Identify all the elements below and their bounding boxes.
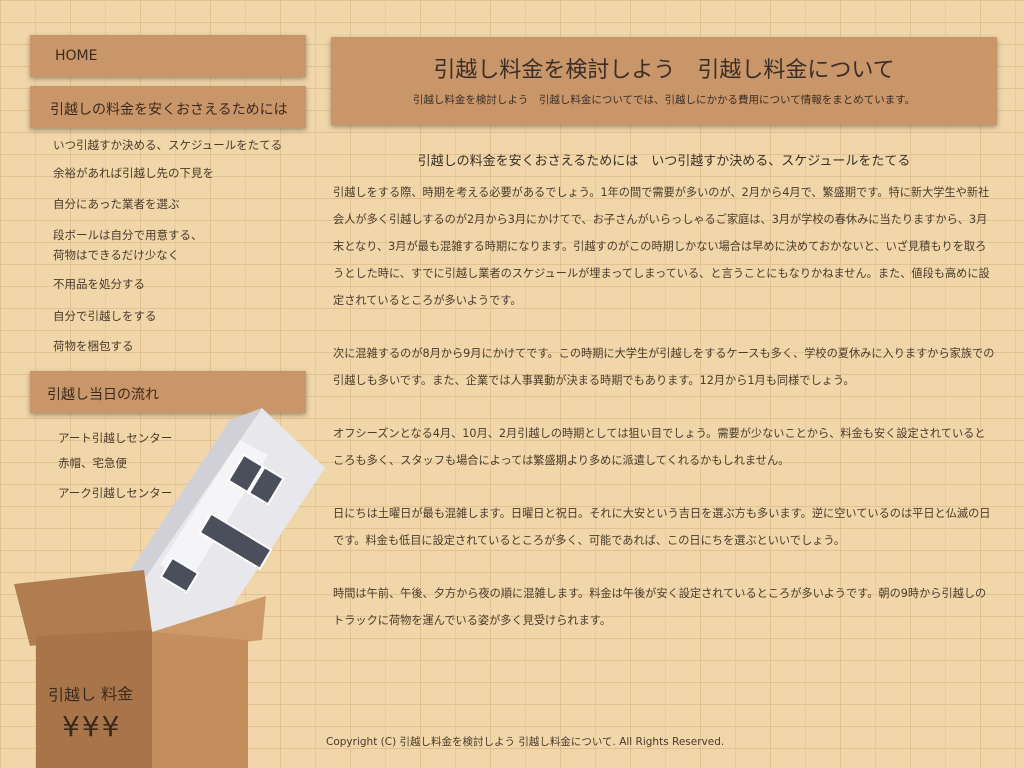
content-paragraph: オフシーズンとなる4月、10月、2月引越しの時期としては狙い目でしょう。需要が少… — [333, 427, 986, 467]
page-header: 引越し料金を検討しよう 引越し料金について 引越し料金を検討しよう 引越し料金に… — [331, 37, 997, 125]
sidebar-link-dispose[interactable]: 不用品を処分する — [53, 276, 145, 293]
sidebar-link-packing[interactable]: 荷物を梱包する — [53, 338, 134, 355]
sidebar-link-schedule[interactable]: いつ引越すか決める、スケジュールをたてる — [53, 137, 282, 154]
moving-box-illustration — [14, 408, 325, 768]
sidebar-link-cardboard[interactable]: 段ボールは自分で用意する、 — [53, 227, 203, 244]
menu-home-label: HOME — [55, 48, 98, 64]
sidebar-link-choose-company[interactable]: 自分にあった業者を選ぶ — [53, 196, 180, 213]
content-paragraph: 引越しをする際、時期を考える必要があるでしょう。1年の間で需要が多いのが、2月か… — [333, 186, 990, 307]
box-yen-symbols: ¥¥¥ — [62, 710, 122, 743]
sidebar-link-preview[interactable]: 余裕があれば引越し先の下見を — [53, 165, 214, 182]
sidebar-link-self-move[interactable]: 自分で引越しをする — [53, 308, 157, 325]
footer-copyright: Copyright (C) 引越し料金を検討しよう 引越し料金について. All… — [326, 736, 725, 748]
menu-section-save-cost[interactable]: 引越しの料金を安くおさえるためには — [30, 86, 306, 128]
content-paragraph: 次に混雑するのが8月から9月にかけてです。この時期に大学生が引越しをするケースも… — [333, 347, 995, 387]
menu-section-save-cost-label: 引越しの料金を安くおさえるためには — [50, 102, 288, 118]
page-title: 引越し料金を検討しよう 引越し料金について — [433, 58, 895, 83]
content-paragraph: 時間は午前、午後、夕方から夜の順に混雑します。料金は午後が安く設定されているとこ… — [333, 587, 987, 627]
page-subtitle: 引越し料金を検討しよう 引越し料金についてでは、引越しにかかる費用について情報を… — [412, 94, 916, 106]
content-paragraph: 日にちは土曜日が最も混雑します。日曜日と祝日。それに大安という吉日を選ぶ方も多い… — [333, 507, 991, 547]
main-content: 引越しの料金を安くおさえるためには いつ引越すか決める、スケジュールをたてる 引… — [333, 150, 995, 660]
menu-home-button[interactable]: HOME — [30, 35, 306, 77]
box-label: 引越し 料金 — [47, 684, 134, 705]
content-heading: 引越しの料金を安くおさえるためには いつ引越すか決める、スケジュールをたてる — [417, 154, 911, 169]
sidebar-link-less-luggage[interactable]: 荷物はできるだけ少なく — [53, 247, 179, 264]
